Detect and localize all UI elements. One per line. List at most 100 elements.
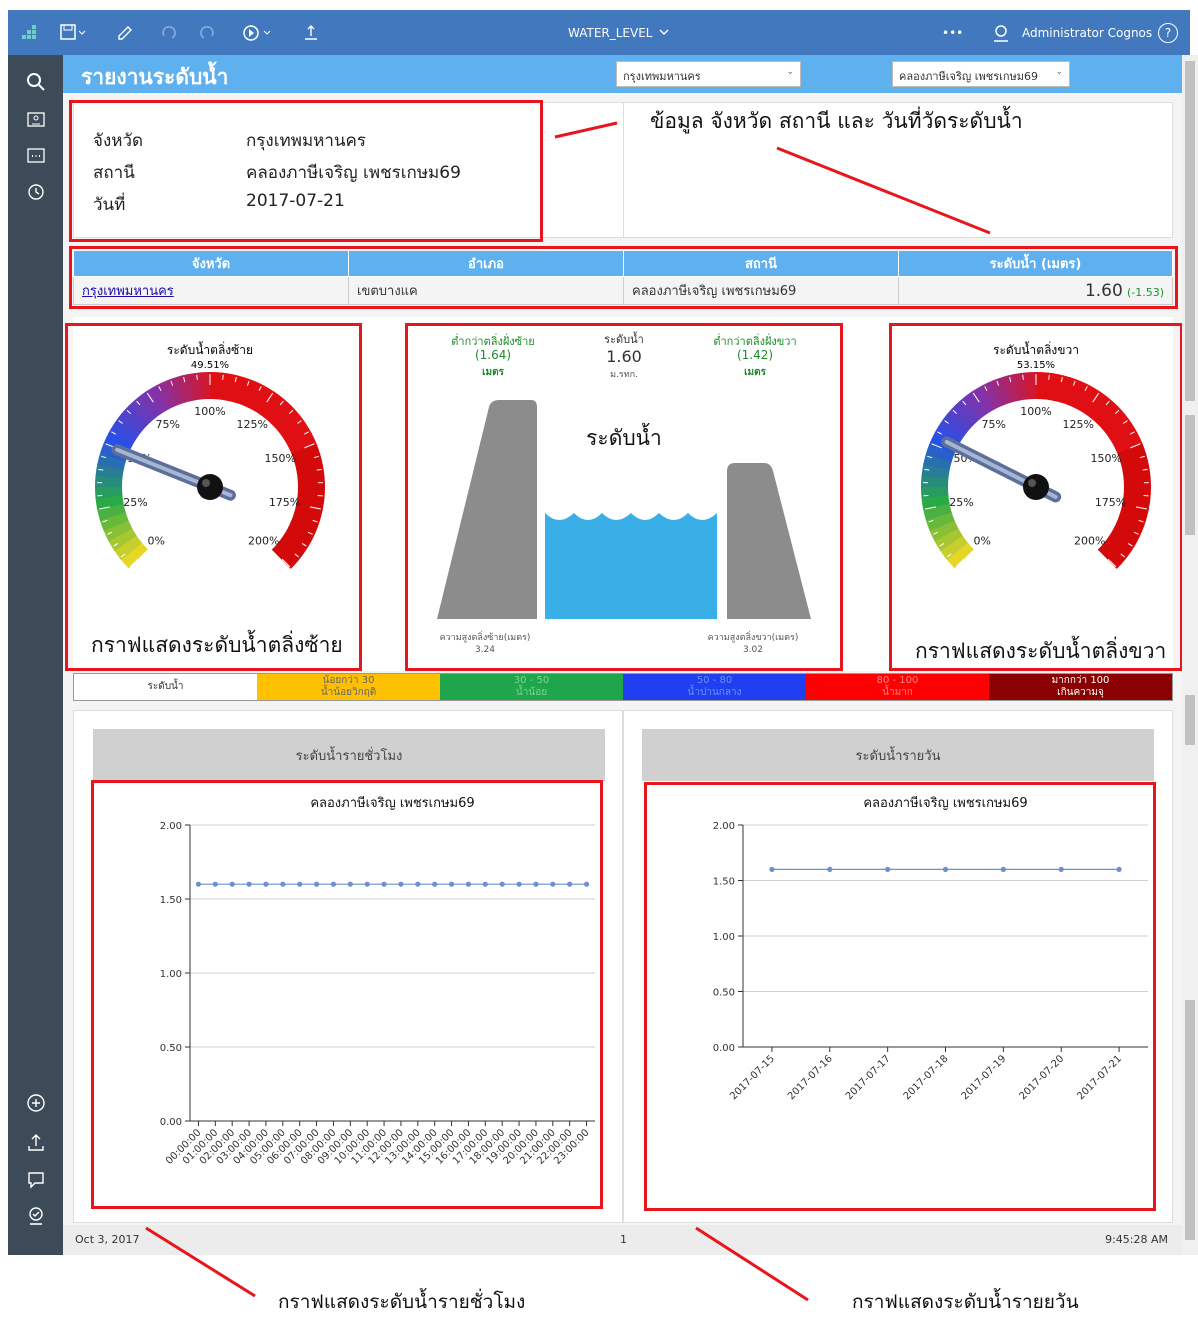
data-point bbox=[398, 881, 404, 887]
province-link[interactable]: กรุงเทพมหานคร bbox=[82, 284, 174, 299]
water-title: ระดับน้ำ bbox=[604, 331, 644, 346]
search-icon[interactable] bbox=[8, 67, 63, 97]
data-point bbox=[1116, 866, 1122, 872]
data-point bbox=[769, 866, 775, 872]
right-below-unit: เมตร bbox=[744, 367, 767, 378]
undo-icon[interactable] bbox=[160, 10, 178, 55]
table-header-row: จังหวัด อำเภอ สถานี ระดับน้ำ (เมตร) bbox=[73, 250, 1173, 277]
footer-time: 9:45:28 AM bbox=[1105, 1233, 1168, 1246]
data-point bbox=[229, 881, 235, 887]
level-legend: ระดับน้ำ น้อยกว่า 30 น้ำน้อยวิกฤติ 30 - 50 น… bbox=[73, 673, 1173, 701]
data-point bbox=[246, 881, 252, 887]
upload-icon[interactable] bbox=[8, 1127, 63, 1157]
water-unit: ม.รทก. bbox=[610, 370, 638, 380]
user-icon bbox=[994, 24, 1008, 42]
footer-date: Oct 3, 2017 bbox=[75, 1233, 140, 1246]
page-title: รายงานระดับน้ำ bbox=[81, 65, 229, 89]
vertical-scrollbar[interactable] bbox=[1182, 55, 1198, 1255]
gauge-hub-shine bbox=[202, 479, 210, 487]
my-content-icon[interactable] bbox=[8, 105, 63, 135]
footer-page: 1 bbox=[620, 1233, 627, 1246]
new-plus-icon[interactable] bbox=[8, 1088, 63, 1118]
gauge-tick-label: 150% bbox=[1090, 452, 1121, 465]
y-tick-label: 1.00 bbox=[160, 969, 182, 980]
share-icon[interactable] bbox=[302, 10, 320, 55]
water-value: 1.60 bbox=[606, 347, 642, 366]
gauge-tick-label: 75% bbox=[982, 418, 1006, 431]
right-bank-value: 3.02 bbox=[743, 645, 763, 655]
gauge-tick-label: 0% bbox=[148, 535, 165, 548]
x-tick-label: 2017-07-20 bbox=[1017, 1053, 1066, 1102]
data-point bbox=[482, 881, 488, 887]
gauge-tick-label: 125% bbox=[1062, 418, 1093, 431]
data-point bbox=[415, 881, 421, 887]
gauge-dial: 0%25%50%75%100%125%150%175%200% bbox=[95, 372, 325, 569]
save-icon[interactable] bbox=[60, 10, 86, 55]
team-content-icon[interactable] bbox=[8, 141, 63, 171]
manage-icon[interactable] bbox=[8, 1201, 63, 1231]
gauge-tick bbox=[196, 374, 198, 380]
right-bank-shape bbox=[727, 463, 811, 619]
comment-icon[interactable] bbox=[8, 1165, 63, 1195]
x-tick-label: 2017-07-21 bbox=[1075, 1053, 1124, 1102]
gauge-tick-label: 125% bbox=[236, 418, 267, 431]
redo-icon[interactable] bbox=[198, 10, 216, 55]
province-value: กรุงเทพมหานคร bbox=[246, 131, 367, 151]
y-tick-label: 2.00 bbox=[160, 821, 182, 832]
scroll-thumb[interactable] bbox=[1185, 695, 1195, 745]
scroll-thumb[interactable] bbox=[1185, 415, 1195, 535]
data-point bbox=[448, 881, 455, 887]
run-icon[interactable] bbox=[242, 10, 276, 55]
station-value: คลองภาษีเจริญ เพชรเกษม69 bbox=[246, 163, 461, 183]
report-name-menu[interactable]: WATER_LEVEL bbox=[568, 10, 672, 55]
gauge-tick-label: 175% bbox=[269, 496, 300, 509]
help-label: ? bbox=[1158, 22, 1178, 43]
station-select[interactable]: คลองภาษีเจริญ เพชรเกษม69 ⌄ bbox=[892, 61, 1070, 87]
gauge-tick bbox=[1022, 374, 1024, 380]
left-bank-value: 3.24 bbox=[475, 645, 495, 655]
y-tick-label: 0.50 bbox=[713, 988, 735, 999]
help-icon[interactable]: ? bbox=[1158, 10, 1178, 55]
report-canvas: รายงานระดับน้ำ กรุงเทพมหานคร ⌄ คลองภาษีเจ… bbox=[63, 55, 1182, 1255]
x-tick-label: 2017-07-15 bbox=[728, 1053, 777, 1102]
station-select-value: คลองภาษีเจริญ เพชรเกษม69 bbox=[899, 70, 1039, 83]
daily-annotation: กราฟแสดงระดับน้ำรายยวัน bbox=[852, 1291, 1079, 1313]
legend-item: ระดับน้ำ bbox=[74, 674, 257, 700]
left-bank-title: ความสูงตลิ่งซ้าย(เมตร) bbox=[440, 630, 531, 643]
scroll-thumb[interactable] bbox=[1185, 61, 1195, 401]
data-point bbox=[313, 881, 320, 887]
report-footer: Oct 3, 2017 1 9:45:28 AM bbox=[63, 1225, 1182, 1255]
edit-pencil-icon[interactable] bbox=[116, 10, 134, 55]
left-sidebar bbox=[8, 55, 63, 1255]
data-point bbox=[1000, 866, 1006, 872]
more-options[interactable]: ••• bbox=[942, 10, 963, 55]
x-tick-label: 2017-07-16 bbox=[786, 1053, 835, 1102]
app-logo-icon[interactable] bbox=[22, 10, 40, 55]
legend-item: มากกว่า 100 เกินความจุ bbox=[989, 674, 1172, 700]
legend-label: น้ำมาก bbox=[882, 687, 913, 698]
province-select[interactable]: กรุงเทพมหานคร ⌄ bbox=[616, 61, 801, 87]
left-below-title: ต่ำกว่าตลิ่งฝั่งซ้าย bbox=[451, 333, 535, 348]
legend-item: 50 - 80 น้ำปานกลาง bbox=[623, 674, 806, 700]
gauge-tick-label: 150% bbox=[264, 452, 295, 465]
data-point bbox=[550, 881, 556, 887]
chart-title: คลองภาษีเจริญ เพชรเกษม69 bbox=[310, 795, 474, 811]
legend-range: 30 - 50 bbox=[513, 675, 550, 686]
legend-item: น้อยกว่า 30 น้ำน้อยวิกฤติ bbox=[257, 674, 440, 700]
gauge-tick-label: 100% bbox=[1020, 405, 1051, 418]
right-gauge-annotation: กราฟแสดงระดับน้ำตลิ่งขวา bbox=[915, 639, 1167, 663]
data-point bbox=[583, 881, 590, 887]
user-menu[interactable]: Administrator Cognos bbox=[990, 10, 1152, 55]
gauge-tick-label: 25% bbox=[123, 496, 147, 509]
scroll-thumb[interactable] bbox=[1185, 1000, 1195, 1240]
gauge-hub bbox=[197, 474, 223, 500]
data-point bbox=[297, 881, 303, 887]
legend-range: 80 - 100 bbox=[876, 675, 919, 686]
table-header: อำเภอ bbox=[348, 250, 624, 277]
table-row: กรุงเทพมหานคร เขตบางแค คลองภาษีเจริญ เพช… bbox=[73, 276, 1173, 305]
legend-label: เกินความจุ bbox=[1057, 687, 1104, 698]
user-name: Administrator Cognos bbox=[1022, 25, 1153, 40]
left-below-unit: เมตร bbox=[482, 367, 505, 378]
recent-clock-icon[interactable] bbox=[8, 177, 63, 207]
data-point bbox=[827, 866, 833, 872]
